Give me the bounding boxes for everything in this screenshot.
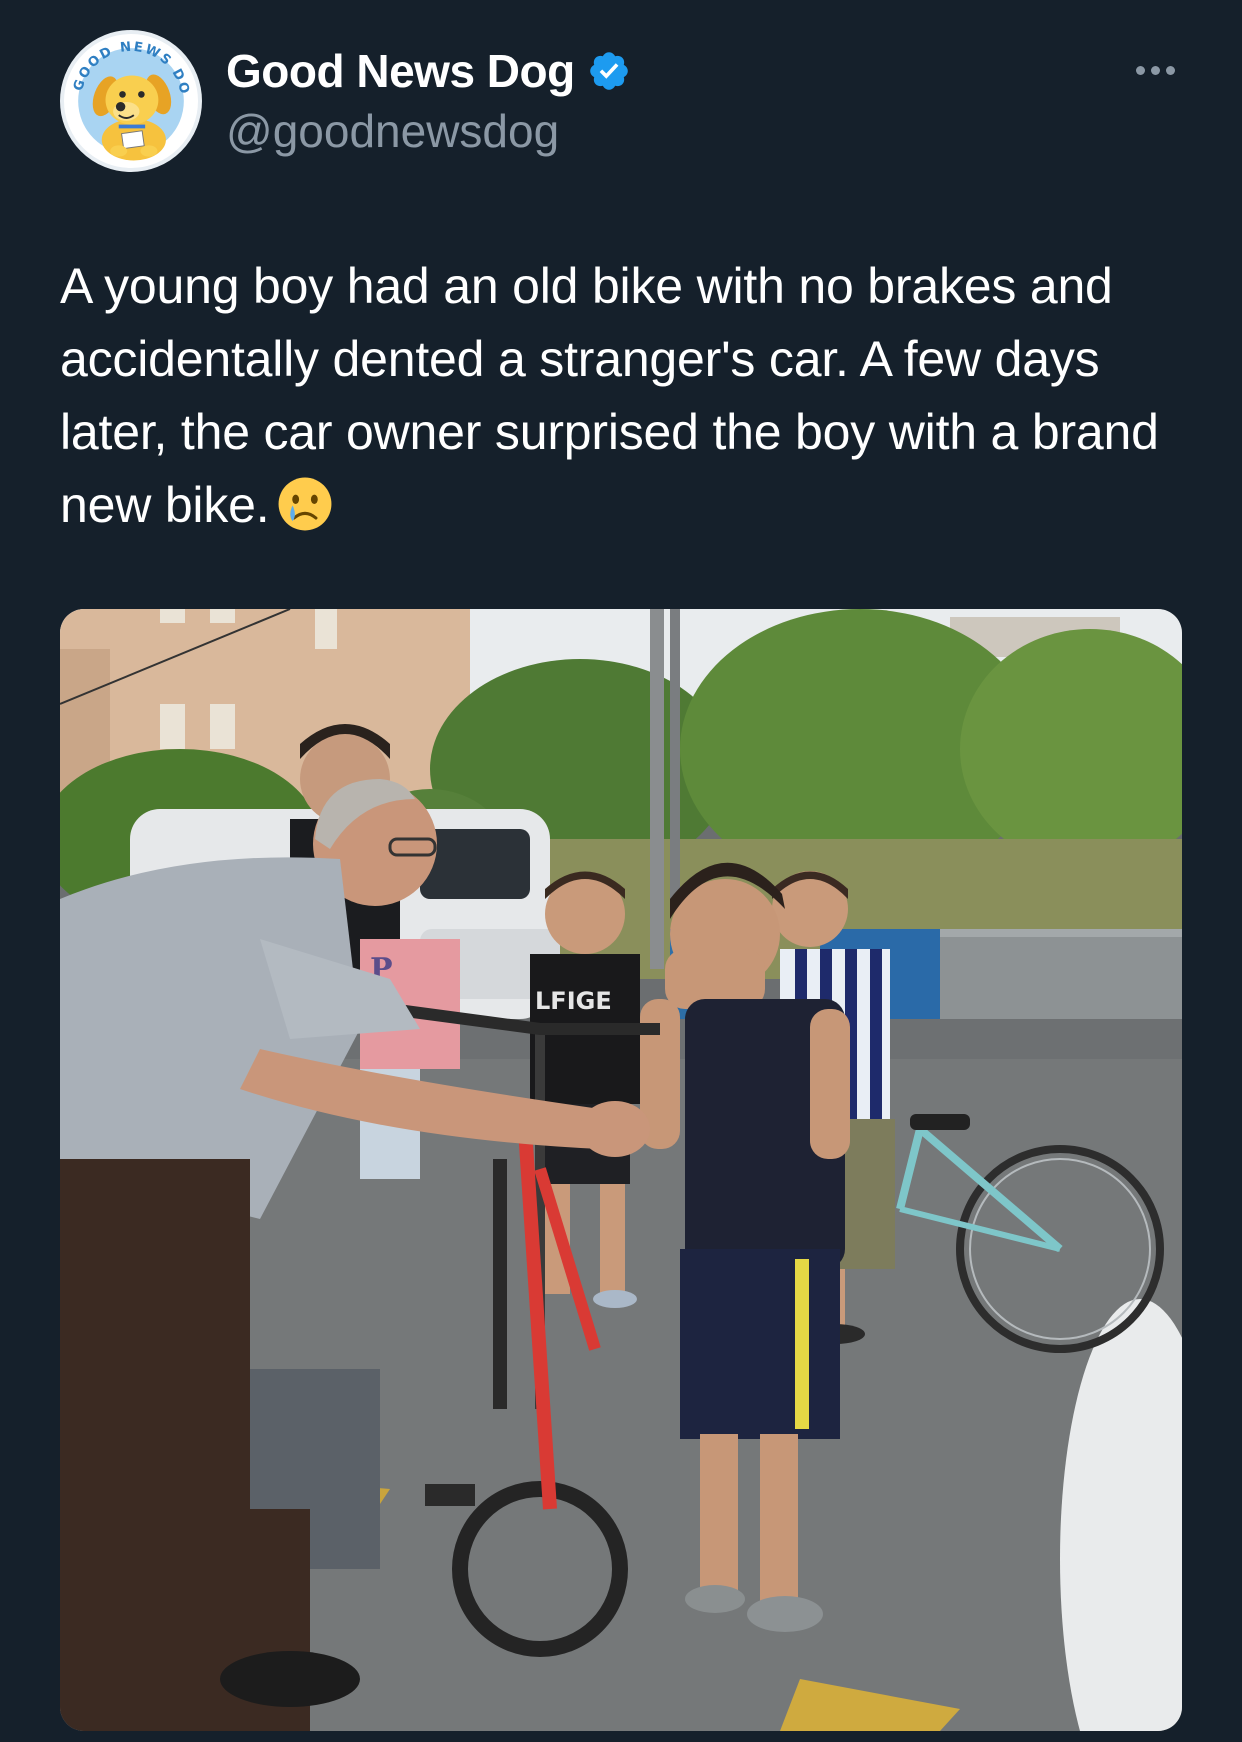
author-handle[interactable]: @goodnewsdog [226,104,559,158]
display-name[interactable]: Good News Dog [226,44,575,98]
tweet-text-block: A young boy had an old bike with no brak… [60,250,1180,542]
more-options-icon[interactable] [1120,48,1190,92]
dot [1165,65,1175,75]
tweet-photo[interactable]: P 9 LFIGE [60,609,1182,1731]
photo-illustration: P 9 LFIGE [60,609,1182,1731]
crying-face-emoji-icon [278,477,332,531]
avatar[interactable]: GOOD NEWS DOG [60,30,202,172]
photo-shirt-text: LFIGE [535,987,612,1015]
author-name-row: Good News Dog [226,44,631,98]
tweet-text: A young boy had an old bike with no brak… [60,258,1159,533]
dot [1135,65,1145,75]
dot [1150,65,1160,75]
tweet-card: GOOD NEWS DOG Good News Dog [0,0,1242,1742]
verified-badge-icon [589,52,628,90]
dog-logo-icon: GOOD NEWS DOG [64,34,197,167]
